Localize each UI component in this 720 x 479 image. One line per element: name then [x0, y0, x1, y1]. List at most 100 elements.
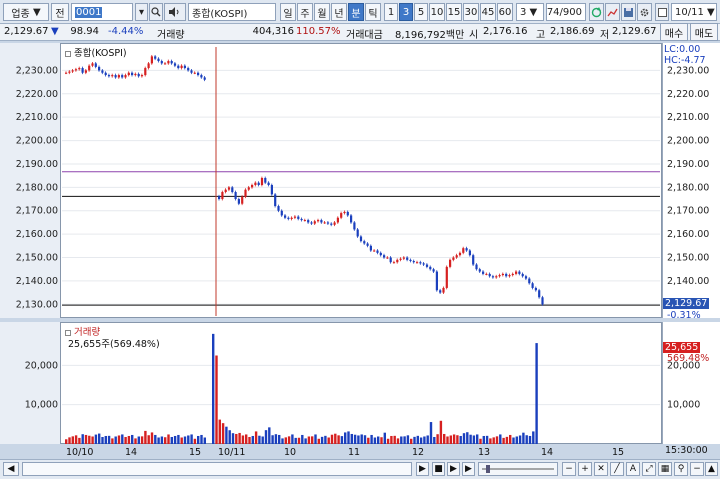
volume-bar	[278, 434, 281, 444]
volume-bar	[443, 433, 446, 444]
volume-bar	[301, 434, 304, 444]
grid-icon[interactable]: ▦	[658, 462, 672, 476]
volume-bar	[160, 436, 164, 444]
crosshair-icon[interactable]: ✕	[594, 462, 608, 476]
volume-bar	[170, 436, 173, 444]
volume-bar	[78, 437, 81, 444]
volume-bar	[294, 437, 297, 444]
scroll-right-icon[interactable]: ▶	[416, 462, 429, 476]
volume-bar	[190, 434, 193, 444]
volume-bar	[284, 437, 287, 444]
volume-bar	[525, 435, 528, 444]
volume-bar	[466, 432, 469, 444]
x-label-day1: 10/10	[66, 447, 94, 458]
x-label-12: 12	[412, 447, 425, 458]
x-label-15-day1: 15	[189, 447, 202, 458]
volume-bar	[297, 437, 301, 444]
volume-bar	[469, 434, 472, 444]
volume-bar	[84, 434, 88, 444]
legend-square	[65, 329, 71, 336]
volume-bar	[157, 437, 160, 444]
volume-bar	[367, 437, 370, 444]
scrollbar-track[interactable]	[22, 462, 412, 476]
volume-bar	[522, 432, 525, 444]
volume-bar	[426, 435, 429, 444]
volume-tick-left: 10,000	[25, 400, 58, 411]
volume-bar	[360, 434, 363, 444]
volume-bar	[101, 436, 104, 444]
volume-bar	[377, 436, 380, 444]
volume-bar	[353, 434, 357, 444]
volume-bar	[94, 434, 98, 444]
volume-bar	[373, 437, 377, 444]
volume-bar	[370, 434, 373, 444]
stop-icon[interactable]: ■	[432, 462, 445, 476]
volume-bar	[68, 437, 71, 444]
volume-value-text: 25,655주(569.48%)	[68, 339, 160, 350]
fit-icon[interactable]: ⤢	[642, 462, 656, 476]
volume-chart: 20,000 20,00010,000 10,000	[25, 333, 700, 444]
text-icon[interactable]: A	[626, 462, 640, 476]
last-volume-badge: 25,655	[663, 342, 701, 353]
up-icon[interactable]: ▲	[705, 462, 718, 476]
volume-bar	[248, 436, 251, 444]
volume-bar	[505, 436, 509, 444]
volume-bar	[330, 434, 334, 444]
volume-bar	[406, 435, 410, 444]
volume-bar	[212, 333, 215, 444]
draw-line-icon[interactable]: ╱	[610, 462, 624, 476]
volume-bar	[476, 434, 479, 444]
volume-bar	[221, 423, 225, 444]
volume-bar	[383, 432, 386, 444]
volume-bar	[91, 436, 94, 444]
volume-bar	[258, 435, 261, 444]
volume-bar	[251, 435, 254, 444]
volume-bar	[167, 434, 170, 444]
volume-bar	[327, 437, 330, 444]
volume-bar	[528, 435, 532, 444]
scroll-left-icon[interactable]: ◀	[3, 462, 19, 476]
volume-bar	[436, 434, 439, 444]
volume-bar	[311, 436, 314, 444]
volume-bar	[245, 434, 248, 444]
volume-bar	[107, 435, 111, 444]
volume-bar	[416, 435, 419, 444]
volume-bar	[324, 435, 327, 444]
volume-bar	[495, 436, 499, 444]
volume-bar	[320, 436, 324, 444]
x-label-day2: 10/11	[218, 447, 246, 458]
step-icon[interactable]: ▶	[462, 462, 475, 476]
volume-bar	[203, 437, 206, 444]
volume-bar	[197, 435, 200, 444]
volume-bar	[81, 434, 84, 444]
volume-bar	[492, 437, 495, 444]
volume-tick-right: 10,000	[667, 400, 700, 411]
volume-bar	[235, 433, 238, 444]
zoom-slider[interactable]	[478, 462, 558, 476]
minus-icon[interactable]: −	[690, 462, 704, 476]
zoom-in-icon[interactable]: +	[578, 462, 592, 476]
volume-bar	[350, 433, 353, 444]
volume-bar	[127, 435, 131, 444]
time-readout: 15:30:00	[665, 445, 708, 456]
volume-bar	[482, 435, 485, 444]
x-label-14-day1: 14	[125, 447, 138, 458]
volume-bar	[449, 435, 452, 444]
magnify-icon[interactable]: ⚲	[674, 462, 688, 476]
volume-bar	[238, 432, 241, 444]
volume-bar	[98, 433, 101, 444]
volume-bar	[347, 431, 350, 444]
play-icon[interactable]: ▶	[447, 462, 460, 476]
zoom-out-icon[interactable]: −	[562, 462, 576, 476]
volume-bar	[393, 435, 396, 444]
volume-bar	[344, 432, 347, 444]
volume-bar	[65, 439, 68, 444]
volume-bar	[74, 435, 78, 444]
last-volume-ratio: 569.48%	[667, 353, 710, 364]
volume-bar	[287, 436, 291, 444]
volume-bar	[396, 438, 400, 444]
volume-bar	[456, 435, 459, 444]
volume-bar	[241, 435, 245, 444]
volume-bar	[121, 434, 124, 444]
volume-bar	[154, 434, 157, 444]
